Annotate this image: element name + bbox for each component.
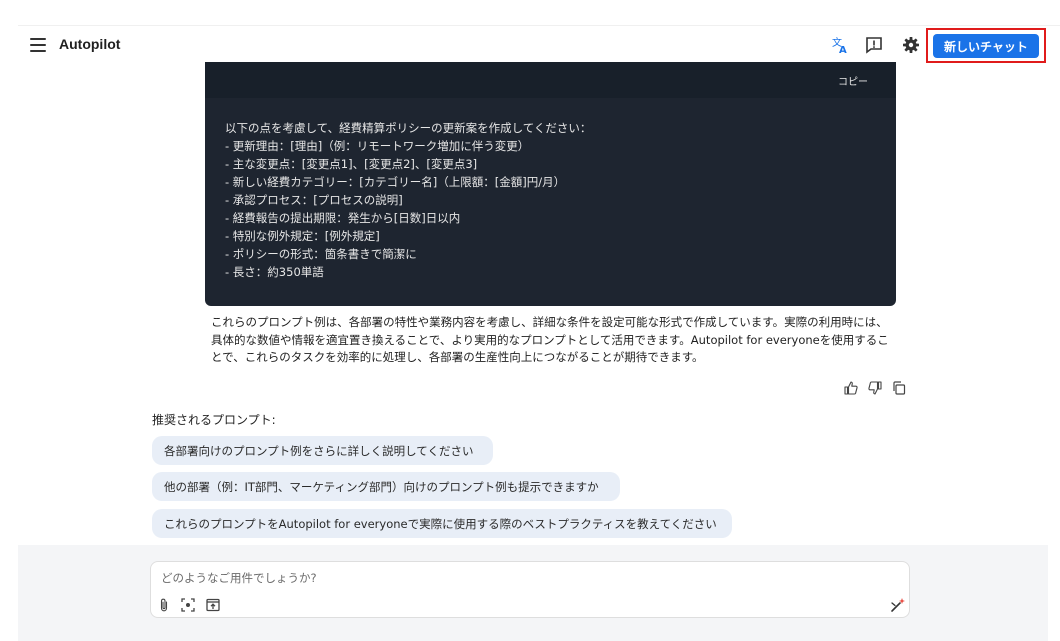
new-chat-button[interactable]: 新しいチャット [933,34,1039,58]
upload-icon[interactable] [206,598,220,612]
gear-icon[interactable] [901,35,921,55]
code-line: - 長さ：約350単語 [225,265,324,279]
header: Autopilot 文 A 新しいチャット [18,26,1060,64]
top-strip [18,0,1060,26]
code-block: コピー 以下の点を考慮して、経費精算ポリシーの更新案を作成してください： - 更… [205,62,896,306]
code-line: - 新しい経費カテゴリー：[カテゴリー名]（上限額：[金額]円/月） [225,175,566,189]
menu-icon[interactable] [30,38,46,52]
feedback-icon[interactable] [864,35,884,55]
thumbs-down-icon[interactable] [867,380,883,396]
thumbs-up-icon[interactable] [843,380,859,396]
code-line: - 更新理由：[理由]（例：リモートワーク増加に伴う変更） [225,139,530,153]
suggested-prompt-chip[interactable]: これらのプロンプトをAutopilot for everyoneで実際に使用する… [152,509,732,538]
code-line: 以下の点を考慮して、経費精算ポリシーの更新案を作成してください： [225,121,592,135]
new-chat-highlight: 新しいチャット [926,28,1046,63]
code-block-header: コピー [205,62,896,98]
code-line: - ポリシーの形式：箇条書きで簡潔に [225,247,417,261]
message-actions [843,380,907,396]
code-lines: 以下の点を考慮して、経費精算ポリシーの更新案を作成してください： - 更新理由：… [225,119,885,281]
copy-icon[interactable] [891,380,907,396]
screenshot-icon[interactable] [181,598,195,612]
composer-box [150,561,910,618]
app-title: Autopilot [59,36,121,52]
copy-button[interactable]: コピー [838,73,868,88]
suggested-prompts-title: 推奨されるプロンプト: [152,413,276,427]
magic-send-icon[interactable] [890,597,906,613]
code-line: - 経費報告の提出期限：発生から[日数]日以内 [225,211,461,225]
answer-paragraph: これらのプロンプト例は、各部署の特性や業務内容を考慮し、詳細な条件を設定可能な形… [211,315,889,364]
svg-text:A: A [839,45,847,54]
translate-icon[interactable]: 文 A [830,35,850,55]
page: Autopilot 文 A 新しいチャット コピー 以下の点を考慮して、経費精算… [0,0,1060,641]
chat-input[interactable] [161,568,861,588]
code-line: - 特別な例外規定：[例外規定] [225,229,380,243]
code-line: - 承認プロセス：[プロセスの説明] [225,193,403,207]
suggested-prompt-chip[interactable]: 各部署向けのプロンプト例をさらに詳しく説明してください [152,436,493,465]
suggested-prompt-chip[interactable]: 他の部署（例：IT部門、マーケティング部門）向けのプロンプト例も提示できますか [152,472,620,501]
paperclip-icon[interactable] [157,598,171,612]
code-line: - 主な変更点：[変更点1]、[変更点2]、[変更点3] [225,157,478,171]
